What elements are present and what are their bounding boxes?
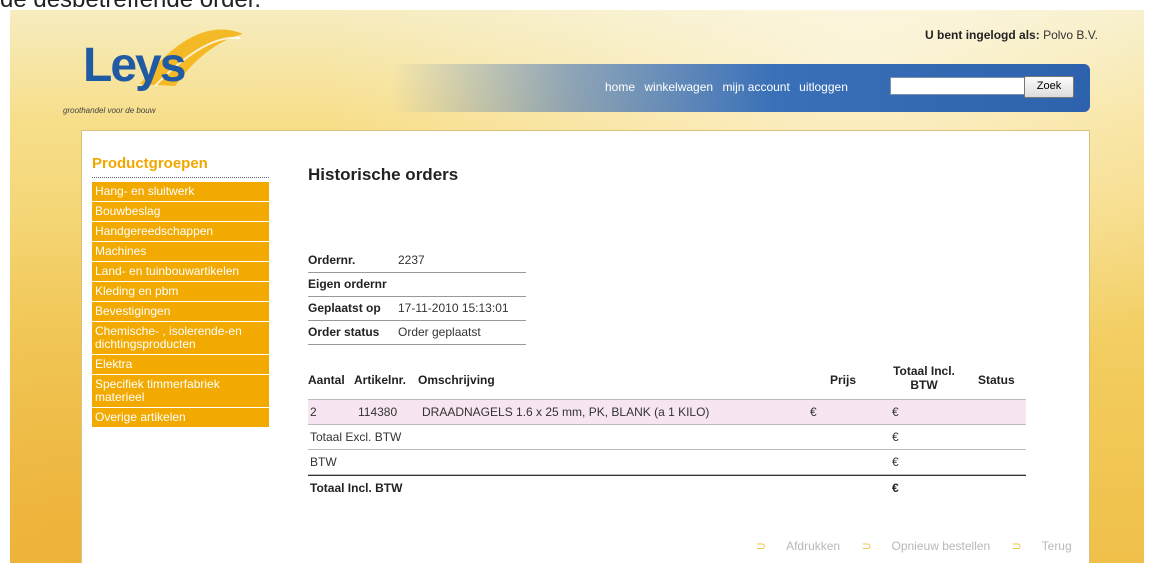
summary-row-btw: BTW € — [308, 450, 1026, 475]
sidebar-item-machines[interactable]: Machines — [92, 242, 269, 262]
meta-label: Eigen ordernr — [308, 277, 387, 291]
summary-value: € — [892, 430, 899, 444]
meta-row-geplaatst-op: Geplaatst op 17-11-2010 15:13:01 — [308, 297, 526, 321]
nav-account-link[interactable]: mijn account — [722, 80, 789, 94]
meta-label: Geplaatst op — [308, 301, 381, 315]
sidebar-item-elektra[interactable]: Elektra — [92, 355, 269, 375]
logo-wordmark: Leys — [83, 39, 186, 92]
back-label: Terug — [1041, 539, 1072, 553]
top-navigation: home winkelwagen mijn account uitloggen … — [390, 64, 1090, 112]
sidebar-item-hang-sluitwerk[interactable]: Hang- en sluitwerk — [92, 182, 269, 202]
meta-row-order-status: Order status Order geplaatst — [308, 321, 526, 345]
sidebar-item-handgereedschappen[interactable]: Handgereedschappen — [92, 222, 269, 242]
meta-row-eigen-ordernr: Eigen ordernr — [308, 273, 526, 297]
sidebar-title: Productgroepen — [92, 155, 269, 178]
search-input[interactable] — [890, 77, 1026, 95]
col-header-desc: Omschrijving — [418, 373, 495, 387]
content-panel: Productgroepen Hang- en sluitwerk Bouwbe… — [81, 130, 1090, 563]
table-header: Aantal Artikelnr. Omschrijving Prijs Tot… — [308, 361, 1026, 399]
sidebar-item-bevestigingen[interactable]: Bevestigingen — [92, 302, 269, 322]
meta-value: 2237 — [398, 253, 425, 267]
sidebar: Productgroepen Hang- en sluitwerk Bouwbe… — [92, 155, 269, 428]
summary-label: Totaal Incl. BTW — [310, 481, 403, 495]
login-user: Polvo B.V. — [1043, 28, 1098, 42]
leys-logo[interactable]: Leys groothandel voor de bouw — [63, 24, 245, 124]
page-title: Historische orders — [308, 165, 459, 184]
summary-value: € — [892, 481, 899, 495]
col-header-price: Prijs — [830, 373, 857, 387]
arrow-icon: ⊃ — [1011, 539, 1022, 553]
col-header-artno: Artikelnr. — [354, 373, 407, 387]
cell-price: € — [810, 405, 817, 419]
summary-label: BTW — [310, 455, 337, 469]
cell-artno: 114380 — [358, 405, 398, 419]
sidebar-item-land-tuinbouw[interactable]: Land- en tuinbouwartikelen — [92, 262, 269, 282]
table-row[interactable]: 2 114380 DRAADNAGELS 1.6 x 25 mm, PK, BL… — [308, 399, 1026, 425]
meta-label: Ordernr. — [308, 253, 356, 267]
summary-label: Totaal Excl. BTW — [310, 430, 402, 444]
summary-row-excl: Totaal Excl. BTW € — [308, 425, 1026, 450]
meta-value: 17-11-2010 15:13:01 — [398, 301, 509, 315]
sidebar-item-timmerfabriek[interactable]: Specifiek timmerfabriek materieel — [92, 375, 269, 408]
arrow-icon: ⊃ — [861, 539, 872, 553]
sidebar-item-chemische[interactable]: Chemische- , isolerende-en dichtingsprod… — [92, 322, 269, 355]
order-detail: Historische orders Ordernr. 2237 Eigen o… — [308, 165, 1072, 553]
back-link[interactable]: ⊃ Terug — [1012, 539, 1072, 553]
print-label: Afdrukken — [786, 539, 841, 553]
order-actions: ⊃ Afdrukken ⊃ Opnieuw bestellen ⊃ Terug — [738, 539, 1072, 553]
meta-row-ordernr: Ordernr. 2237 — [308, 249, 526, 273]
nav-home-link[interactable]: home — [605, 80, 635, 94]
col-header-status: Status — [978, 373, 1015, 387]
summary-value: € — [892, 455, 899, 469]
order-meta: Ordernr. 2237 Eigen ordernr Geplaatst op… — [308, 249, 526, 345]
col-header-qty: Aantal — [308, 373, 345, 387]
sidebar-item-kleding[interactable]: Kleding en pbm — [92, 282, 269, 302]
reorder-label: Opnieuw bestellen — [891, 539, 991, 553]
print-link[interactable]: ⊃ Afdrukken — [756, 539, 840, 553]
col-header-total: Totaal Incl. BTW — [893, 364, 955, 392]
logo-tagline: groothandel voor de bouw — [63, 106, 156, 115]
reorder-link[interactable]: ⊃ Opnieuw bestellen — [861, 539, 990, 553]
order-lines-table: Aantal Artikelnr. Omschrijving Prijs Tot… — [308, 361, 1026, 500]
webshop-page: Leys groothandel voor de bouw U bent ing… — [10, 10, 1144, 563]
cell-qty: 2 — [310, 405, 317, 419]
meta-value: Order geplaatst — [398, 325, 481, 339]
search-button[interactable]: Zoek — [1024, 76, 1074, 98]
meta-label: Order status — [308, 325, 380, 339]
nav-logout-link[interactable]: uitloggen — [799, 80, 848, 94]
nav-cart-link[interactable]: winkelwagen — [644, 80, 713, 94]
summary-row-incl: Totaal Incl. BTW € — [308, 475, 1026, 500]
login-label: U bent ingelogd als: — [925, 28, 1040, 42]
login-status: U bent ingelogd als: Polvo B.V. — [925, 28, 1098, 42]
cell-total: € — [892, 405, 899, 419]
sidebar-item-overige[interactable]: Overige artikelen — [92, 408, 269, 428]
sidebar-item-bouwbeslag[interactable]: Bouwbeslag — [92, 202, 269, 222]
cell-desc: DRAADNAGELS 1.6 x 25 mm, PK, BLANK (a 1 … — [422, 405, 710, 419]
arrow-icon: ⊃ — [756, 539, 767, 553]
